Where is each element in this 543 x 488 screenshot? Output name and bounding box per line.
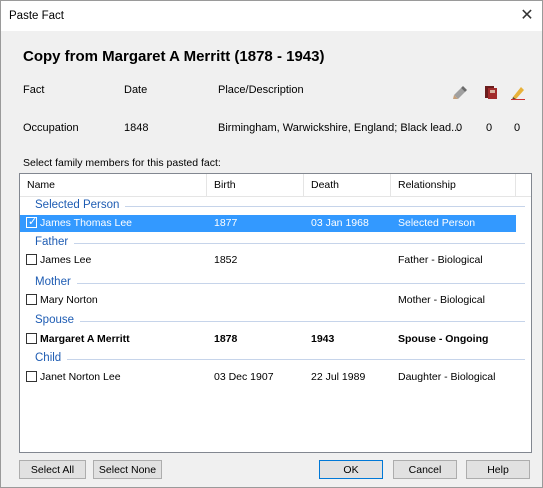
place-value: Birmingham, Warwickshire, England; Black…: [218, 122, 461, 134]
note-count: 0: [514, 122, 521, 134]
member-checkbox[interactable]: [26, 333, 37, 344]
cancel-button[interactable]: Cancel: [393, 460, 457, 479]
title-bar: Paste Fact ✕: [1, 1, 542, 31]
member-birth: 1852: [214, 254, 238, 266]
group-label: Selected Person: [35, 199, 126, 211]
group-divider: [35, 359, 525, 360]
member-death: 1943: [311, 333, 335, 345]
member-death: 03 Jan 1968: [311, 217, 369, 229]
member-checkbox[interactable]: [26, 254, 37, 265]
source-count: 0: [456, 122, 463, 134]
death-column-header[interactable]: Death: [304, 174, 391, 196]
member-death: 22 Jul 1989: [311, 371, 366, 383]
relationship-column-header[interactable]: Relationship: [391, 174, 516, 196]
birth-column-header[interactable]: Birth: [207, 174, 304, 196]
media-icon: [483, 84, 499, 100]
table-row[interactable]: ✓ James Thomas Lee 1877 03 Jan 1968 Sele…: [20, 215, 516, 232]
fact-value: Occupation: [23, 122, 79, 134]
group-label: Mother: [35, 276, 77, 288]
paste-fact-dialog: Paste Fact ✕ Copy from Margaret A Merrit…: [0, 0, 543, 488]
group-child: Child: [20, 351, 531, 367]
date-column-header: Date: [124, 84, 148, 96]
media-count: 0: [486, 122, 493, 134]
group-father: Father: [20, 235, 531, 251]
member-name: James Thomas Lee: [40, 217, 133, 229]
table-row[interactable]: Mary Norton Mother - Biological: [20, 292, 516, 309]
select-none-button[interactable]: Select None: [93, 460, 162, 479]
member-name: Margaret A Merritt: [40, 333, 130, 345]
group-spouse: Spouse: [20, 313, 531, 329]
member-name: James Lee: [40, 254, 92, 266]
window-title: Paste Fact: [9, 10, 64, 22]
group-divider: [35, 283, 525, 284]
fact-table-header: Fact Date Place/Description: [1, 84, 542, 100]
table-row[interactable]: Margaret A Merritt 1878 1943 Spouse - On…: [20, 331, 516, 348]
fact-row: Occupation 1848 Birmingham, Warwickshire…: [1, 122, 542, 138]
group-label: Father: [35, 236, 75, 248]
member-birth: 1877: [214, 217, 238, 229]
close-icon[interactable]: ✕: [516, 5, 538, 27]
ok-button[interactable]: OK: [319, 460, 383, 479]
member-relationship: Daughter - Biological: [398, 371, 496, 383]
source-icon: [452, 84, 468, 100]
group-selected-person: Selected Person: [20, 198, 531, 214]
select-family-label: Select family members for this pasted fa…: [23, 157, 221, 169]
fact-column-header: Fact: [23, 84, 45, 96]
family-members-list[interactable]: Name Birth Death Relationship Selected P…: [19, 173, 532, 453]
table-row[interactable]: Janet Norton Lee 03 Dec 1907 22 Jul 1989…: [20, 369, 516, 386]
group-label: Child: [35, 352, 68, 364]
group-divider: [35, 321, 525, 322]
member-checkbox[interactable]: [26, 371, 37, 382]
group-label: Spouse: [35, 314, 81, 326]
note-icon: [510, 84, 526, 100]
date-value: 1848: [124, 122, 149, 134]
check-icon: ✓: [28, 216, 38, 228]
group-mother: Mother: [20, 275, 531, 291]
table-row[interactable]: James Lee 1852 Father - Biological: [20, 252, 516, 269]
select-all-button[interactable]: Select All: [19, 460, 86, 479]
member-birth: 03 Dec 1907: [214, 371, 274, 383]
member-relationship: Spouse - Ongoing: [398, 333, 489, 345]
member-checkbox[interactable]: [26, 294, 37, 305]
member-checkbox[interactable]: ✓: [26, 216, 38, 228]
member-name: Janet Norton Lee: [40, 371, 121, 383]
list-column-headers: Name Birth Death Relationship: [20, 174, 531, 197]
group-divider: [35, 243, 525, 244]
name-column-header[interactable]: Name: [20, 174, 207, 196]
member-name: Mary Norton: [40, 294, 98, 306]
dialog-header: Copy from Margaret A Merritt (1878 - 194…: [23, 48, 325, 65]
member-relationship: Mother - Biological: [398, 294, 485, 306]
member-relationship: Father - Biological: [398, 254, 483, 266]
help-button[interactable]: Help: [466, 460, 530, 479]
member-birth: 1878: [214, 333, 238, 345]
place-column-header: Place/Description: [218, 84, 304, 96]
member-relationship: Selected Person: [398, 217, 476, 229]
